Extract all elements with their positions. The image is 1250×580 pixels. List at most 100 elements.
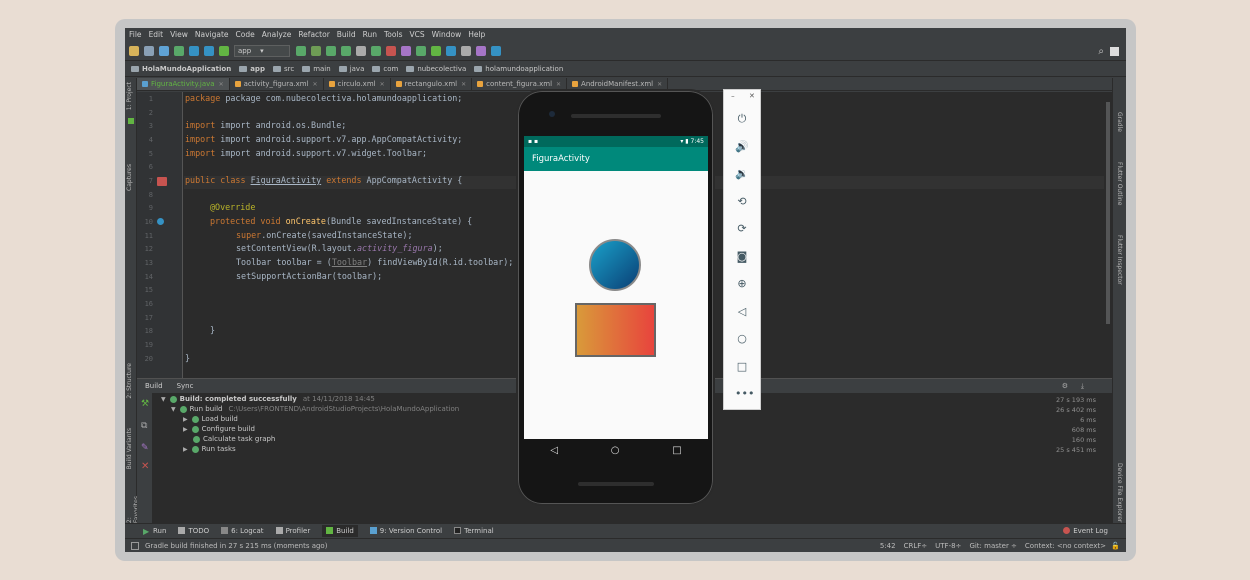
apply-changes-icon[interactable] [311, 46, 321, 56]
flutter-outline-tool-tab[interactable]: Flutter Outline [1116, 162, 1123, 205]
menu-view[interactable]: View [170, 30, 188, 39]
rotate-right-icon[interactable]: ⟳ [735, 222, 749, 236]
gear-icon[interactable]: ⚙ [1062, 382, 1068, 390]
tree-row-run-tasks[interactable]: ▶ Run tasks [183, 445, 236, 453]
project-tool-tab[interactable]: 1: Project [126, 82, 133, 110]
menu-edit[interactable]: Edit [149, 30, 164, 39]
breadcrumb-main[interactable]: main [302, 65, 331, 73]
menu-analyze[interactable]: Analyze [262, 30, 292, 39]
profile-icon[interactable] [356, 46, 366, 56]
context-indicator[interactable]: Context: <no context> [1025, 542, 1106, 550]
close-panel-icon[interactable]: ✕ [141, 461, 149, 472]
scrollbar-thumb[interactable] [1106, 102, 1110, 324]
git-branch[interactable]: Git: master ÷ [969, 542, 1016, 550]
coverage-icon[interactable] [341, 46, 351, 56]
forward-nav-icon[interactable] [204, 46, 214, 56]
override-marker-icon[interactable] [157, 218, 164, 225]
event-log-tool-button[interactable]: Event Log [1063, 527, 1108, 535]
menu-tools[interactable]: Tools [384, 30, 402, 39]
status-message[interactable]: Gradle build finished in 27 s 215 ms (mo… [145, 542, 327, 550]
profiler-tool-button[interactable]: Profiler [275, 527, 310, 535]
avd-manager-icon[interactable] [416, 46, 426, 56]
caret-position[interactable]: 5:42 [880, 542, 896, 550]
nav-back-icon[interactable]: ◁ [550, 445, 558, 456]
volume-down-icon[interactable]: 🔉 [735, 167, 749, 181]
make-project-icon[interactable] [219, 46, 229, 56]
class-marker-icon[interactable] [157, 177, 167, 186]
back-icon[interactable]: ◁ [735, 305, 749, 319]
device-manager-icon[interactable] [491, 46, 501, 56]
close-icon[interactable]: ✕ [313, 81, 318, 88]
device-file-explorer-tool-tab[interactable]: Device File Explorer [1116, 463, 1123, 522]
emulator-screen[interactable]: ▪ ▪ ▾ ▮ 7:45 FiguraActivity [524, 136, 708, 439]
sdk-manager-icon[interactable] [401, 46, 411, 56]
rotate-left-icon[interactable]: ⟲ [735, 195, 749, 209]
panel-toggle-icon[interactable] [131, 541, 139, 550]
stop-icon[interactable] [386, 46, 396, 56]
hammer-icon[interactable]: ⚒ [141, 399, 149, 409]
expand-arrow-icon[interactable]: ▶ [183, 426, 188, 433]
toggle-view-icon[interactable]: ⧉ [141, 421, 147, 431]
tab-figura-activity[interactable]: FiguraActivity.java ✕ [137, 78, 230, 90]
volume-up-icon[interactable]: 🔊 [735, 140, 749, 154]
menu-file[interactable]: File [129, 30, 142, 39]
tab-activity-figura[interactable]: activity_figura.xml ✕ [230, 78, 324, 90]
tab-circulo[interactable]: circulo.xml ✕ [324, 78, 391, 90]
more-icon[interactable]: ••• [735, 387, 754, 401]
debug-icon[interactable] [326, 46, 336, 56]
close-icon[interactable]: ✕ [219, 81, 224, 88]
minimize-icon[interactable]: – [731, 92, 735, 100]
breadcrumb-java[interactable]: java [338, 65, 364, 73]
breadcrumb-app[interactable]: app [239, 65, 265, 73]
menu-help[interactable]: Help [468, 30, 485, 39]
menu-run[interactable]: Run [363, 30, 377, 39]
tree-row-run-build[interactable]: ▼ Run build C:\Users\FRONTEND\AndroidStudi… [171, 405, 459, 413]
line-separator[interactable]: CRLF÷ [904, 542, 928, 550]
home-icon[interactable]: ○ [735, 332, 749, 346]
power-icon[interactable]: ⏻ [735, 112, 749, 126]
menu-navigate[interactable]: Navigate [195, 30, 229, 39]
file-encoding[interactable]: UTF-8÷ [935, 542, 961, 550]
run-icon[interactable] [296, 46, 306, 56]
close-icon[interactable]: ✕ [657, 81, 662, 88]
close-icon[interactable]: ✕ [749, 92, 755, 100]
menu-build[interactable]: Build [337, 30, 356, 39]
undo-icon[interactable] [174, 46, 184, 56]
breadcrumb-com[interactable]: com [372, 65, 398, 73]
nav-overview-icon[interactable]: □ [672, 445, 681, 456]
search-icon[interactable]: ⌕ [1098, 46, 1104, 57]
overview-icon[interactable]: □ [735, 360, 749, 374]
close-icon[interactable]: ✕ [556, 81, 561, 88]
build-variants-tool-tab[interactable]: Build Variants [126, 428, 133, 469]
sync-gradle-icon[interactable] [431, 46, 441, 56]
breadcrumb-holamundoapplication[interactable]: holamundoapplication [474, 65, 563, 73]
tab-build[interactable]: Build [145, 382, 163, 390]
run-config-select[interactable]: app ▾ [234, 45, 290, 57]
breadcrumb-project[interactable]: HolaMundoApplication [131, 65, 231, 73]
pin-icon[interactable]: ✎ [141, 443, 149, 453]
tab-sync[interactable]: Sync [177, 382, 194, 390]
close-icon[interactable]: ✕ [380, 81, 385, 88]
menu-refactor[interactable]: Refactor [298, 30, 329, 39]
lock-icon[interactable]: 🔓 [1111, 542, 1120, 550]
todo-tool-button[interactable]: TODO [178, 527, 209, 535]
menu-window[interactable]: Window [432, 30, 462, 39]
event-icon[interactable] [1110, 47, 1119, 56]
flutter-inspector-tool-tab[interactable]: Flutter Inspector [1116, 235, 1123, 285]
structure-tool-tab[interactable]: 2: Structure [126, 363, 133, 399]
attach-debugger-icon[interactable] [371, 46, 381, 56]
version-control-tool-button[interactable]: 9: Version Control [369, 527, 442, 535]
editor-scrollbar[interactable] [1104, 92, 1112, 378]
menu-code[interactable]: Code [236, 30, 255, 39]
tree-row-load-build[interactable]: ▶ Load build [183, 415, 238, 423]
breadcrumb-nubecolectiva[interactable]: nubecolectiva [406, 65, 466, 73]
layout-inspector-icon[interactable] [461, 46, 471, 56]
menu-vcs[interactable]: VCS [409, 30, 424, 39]
close-icon[interactable]: ✕ [461, 81, 466, 88]
save-icon[interactable] [144, 46, 154, 56]
expand-arrow-icon[interactable]: ▼ [171, 406, 176, 413]
nav-home-icon[interactable]: ○ [611, 445, 620, 456]
tree-row-calculate-task-graph[interactable]: Calculate task graph [193, 435, 275, 443]
camera-icon[interactable]: ◙ [735, 250, 749, 264]
expand-arrow-icon[interactable]: ▶ [183, 446, 188, 453]
